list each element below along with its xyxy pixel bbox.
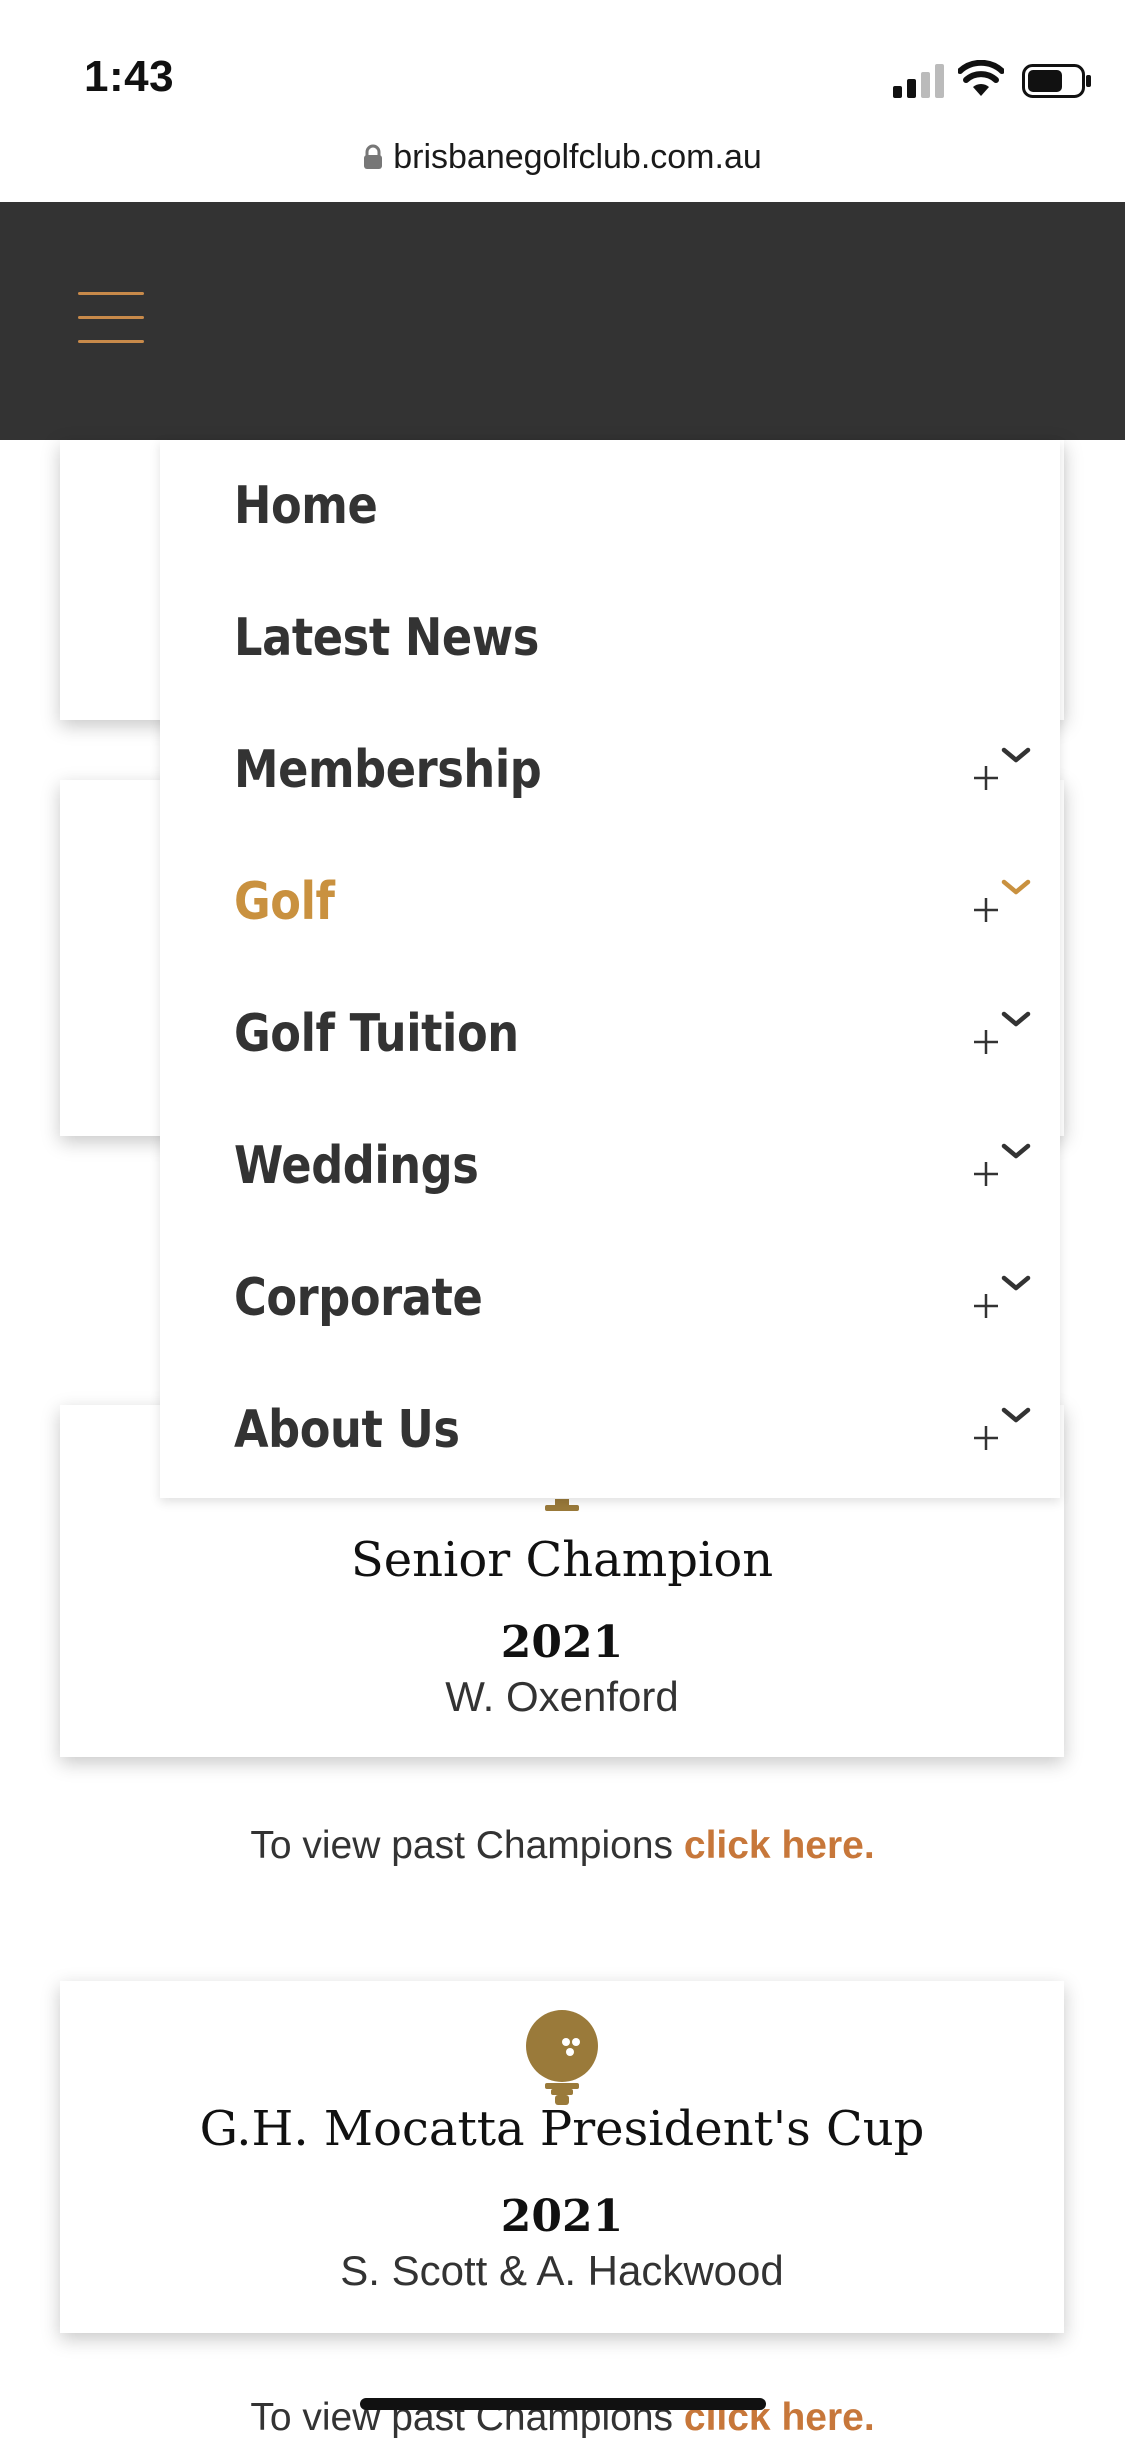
nav-item-latest-news[interactable]: Latest News xyxy=(234,572,1034,704)
card-winner: S. Scott & A. Hackwood xyxy=(340,2247,784,2294)
site-header xyxy=(0,202,1125,440)
nav-item-weddings[interactable]: Weddings xyxy=(234,1100,1034,1232)
past-champions-link[interactable]: click here. xyxy=(684,1824,875,1867)
past-champions-text: To view past Champions xyxy=(250,1824,684,1867)
card-winner: W. Oxenford xyxy=(445,1673,679,1720)
status-bar: 1:43 brisbanegolfclub.com.au xyxy=(0,0,1125,176)
address-bar[interactable]: brisbanegolfclub.com.au xyxy=(0,132,1125,182)
home-indicator[interactable] xyxy=(360,2398,766,2410)
nav-item-label: Corporate xyxy=(234,1268,483,1328)
nav-item-membership[interactable]: Membership xyxy=(234,704,1034,836)
expand-plus-chevron-icon[interactable] xyxy=(974,742,1034,796)
nav-item-golf[interactable]: Golf xyxy=(234,836,1034,968)
cellular-signal-icon xyxy=(893,64,944,98)
expand-plus-chevron-icon[interactable] xyxy=(974,1270,1034,1324)
golf-ball-trophy-icon xyxy=(526,2010,598,2105)
nav-item-home[interactable]: Home xyxy=(234,440,1034,572)
nav-item-label: Golf xyxy=(234,872,335,932)
expand-plus-chevron-icon[interactable] xyxy=(974,1006,1034,1060)
nav-item-about-us[interactable]: About Us xyxy=(234,1364,1034,1496)
menu-toggle-button[interactable] xyxy=(78,292,146,344)
nav-item-golf-tuition[interactable]: Golf Tuition xyxy=(234,968,1034,1100)
card-title: Senior Champion xyxy=(350,1532,774,1588)
expand-plus-chevron-icon[interactable] xyxy=(974,874,1034,928)
past-champions-line: To view past Champions click here. xyxy=(0,1824,1125,1868)
expand-plus-chevron-icon[interactable] xyxy=(974,1402,1034,1456)
status-time: 1:43 xyxy=(84,52,175,101)
lock-icon xyxy=(364,144,383,169)
nav-item-label: About Us xyxy=(234,1400,460,1460)
url-text: brisbanegolfclub.com.au xyxy=(393,137,762,176)
nav-item-label: Membership xyxy=(234,740,542,800)
nav-item-corporate[interactable]: Corporate xyxy=(234,1232,1034,1364)
nav-item-label: Weddings xyxy=(234,1136,479,1196)
nav-item-label: Latest News xyxy=(234,608,539,668)
nav-item-label: Golf Tuition xyxy=(234,1004,519,1064)
wifi-icon xyxy=(958,60,1004,96)
battery-icon xyxy=(1022,64,1091,98)
nav-item-label: Home xyxy=(234,476,378,536)
card-year: 2021 xyxy=(500,2191,624,2242)
card-title: G.H. Mocatta President's Cup xyxy=(199,2101,925,2157)
champion-card: G.H. Mocatta President's Cup 2021 S. Sco… xyxy=(60,1981,1064,2333)
expand-plus-chevron-icon[interactable] xyxy=(974,1138,1034,1192)
card-year: 2021 xyxy=(500,1617,624,1668)
nav-dropdown-menu: Home Latest News Membership Golf Golf Tu… xyxy=(160,440,1060,1498)
